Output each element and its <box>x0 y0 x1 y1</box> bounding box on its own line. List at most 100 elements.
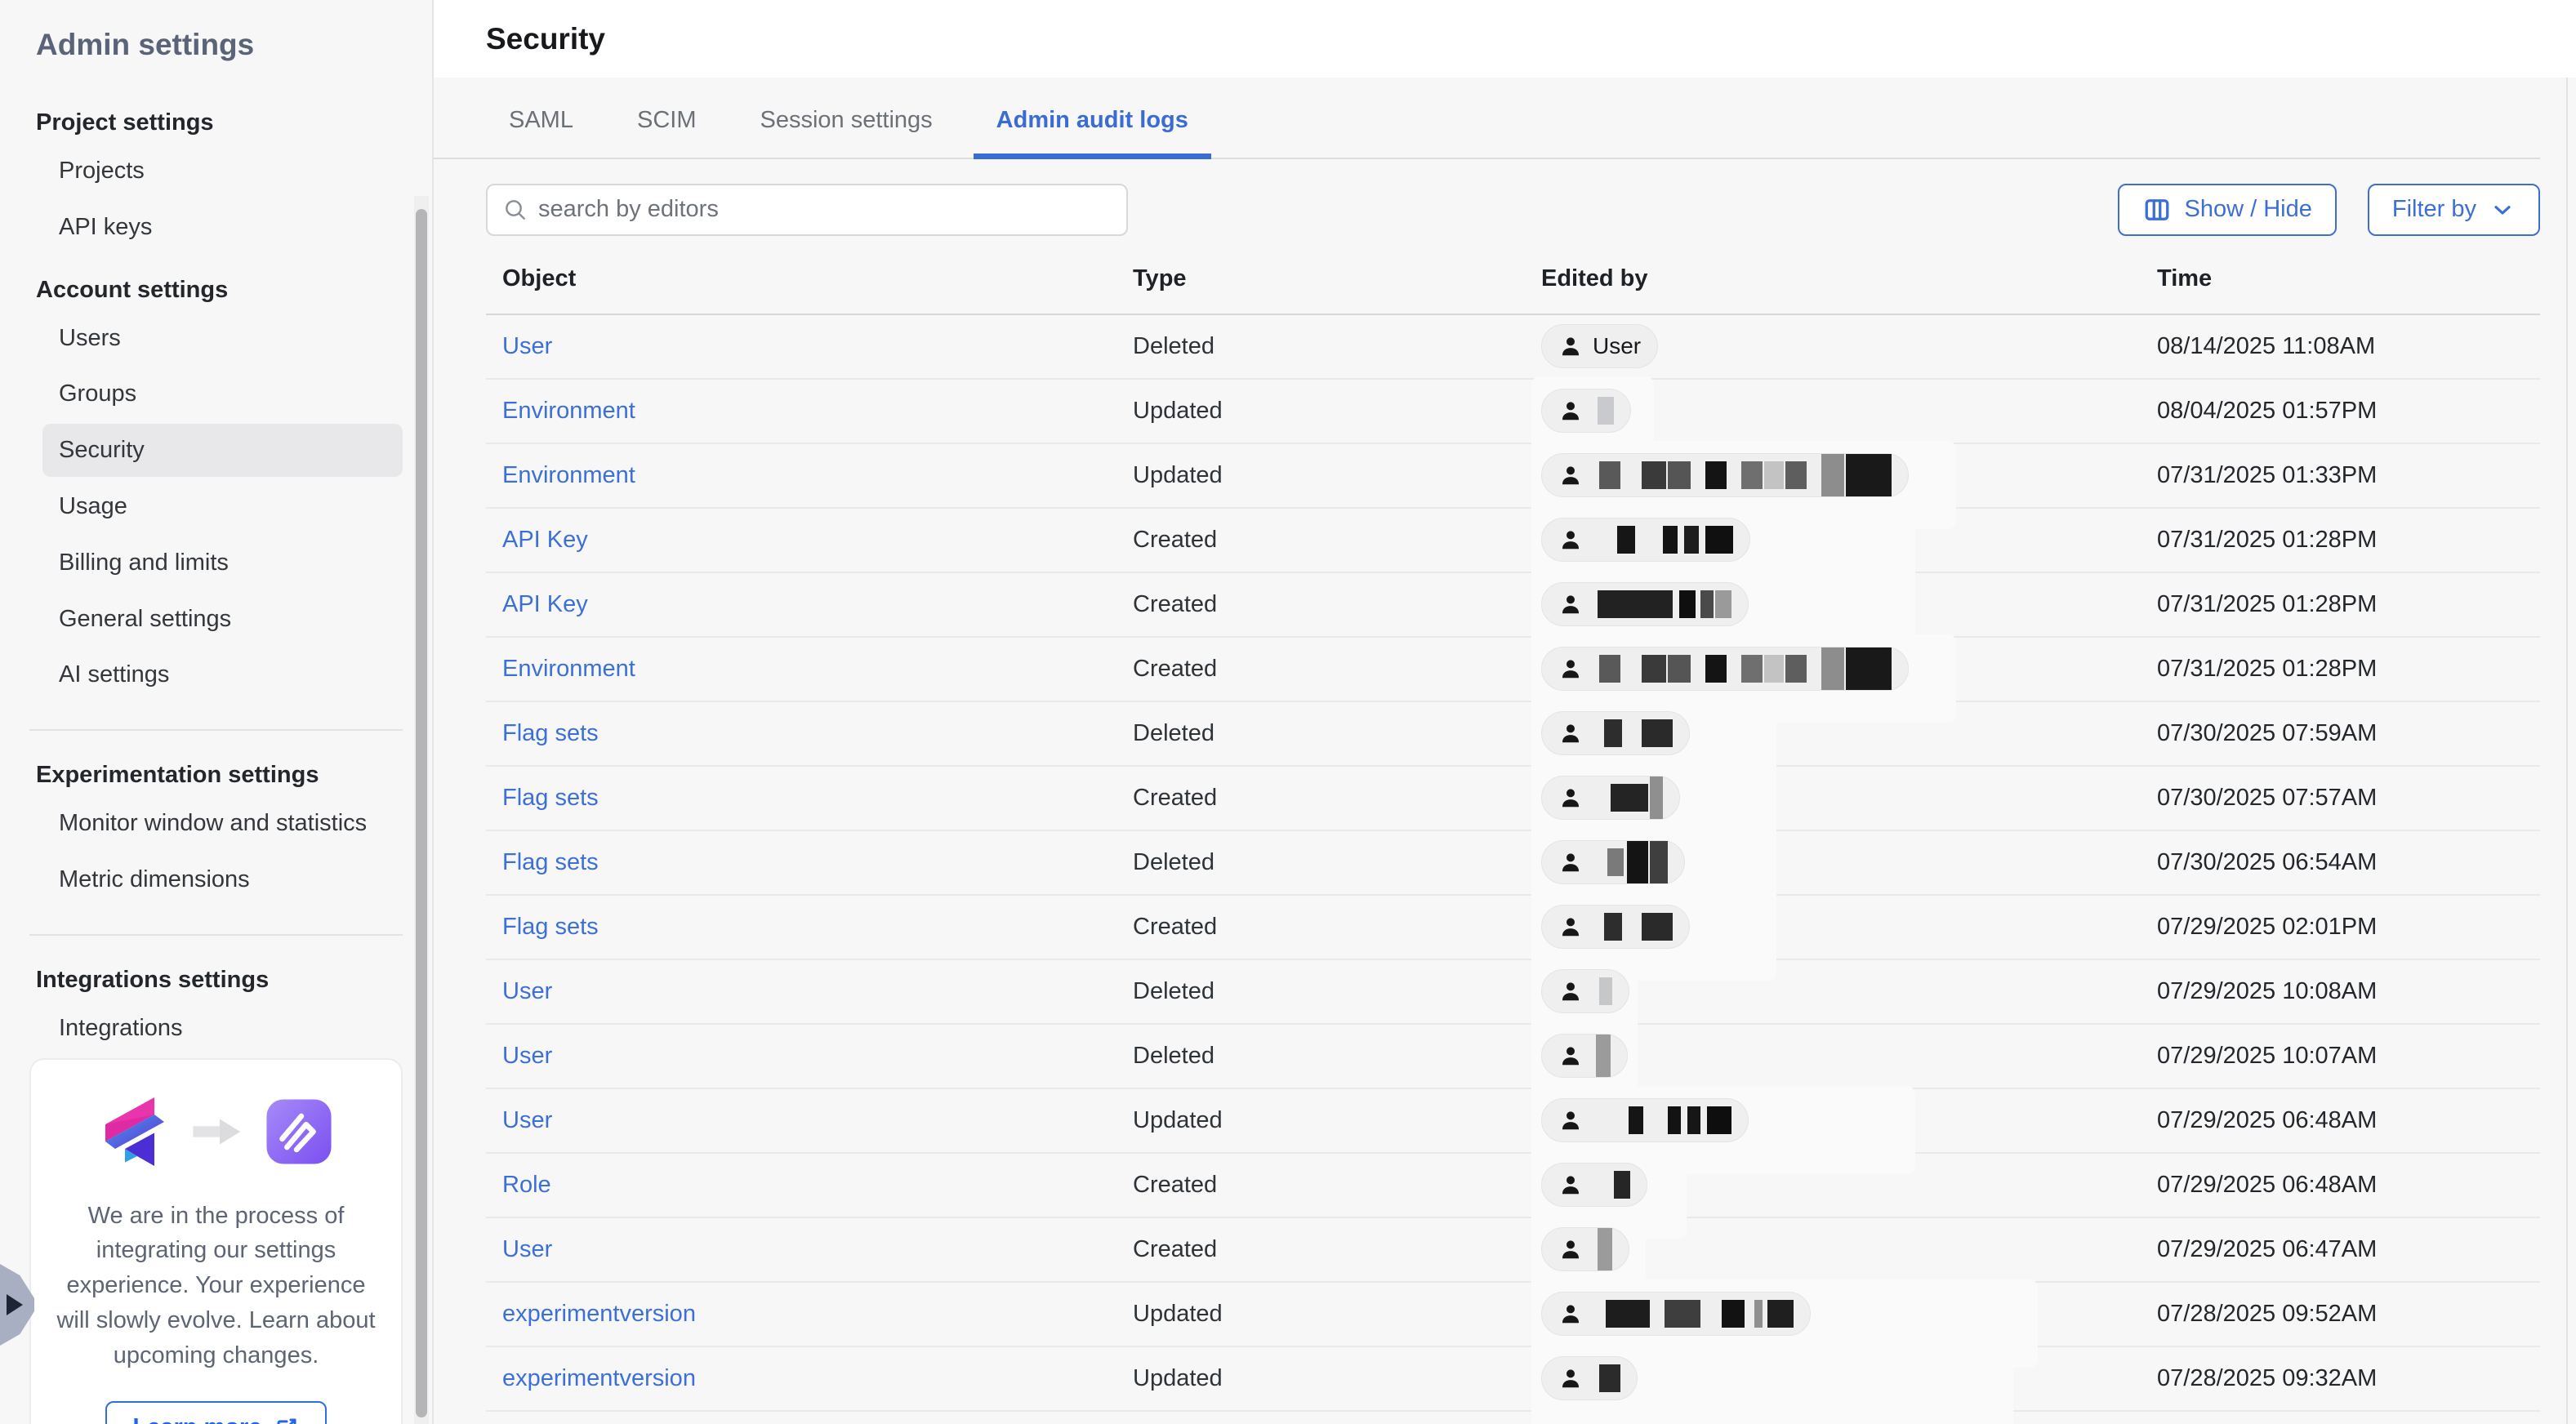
column-header-edited-by: Edited by <box>1541 265 2157 292</box>
table-row: User Deleted 07/29/2025 10:07AM <box>486 1025 2540 1089</box>
type-text: Created <box>1133 785 1217 811</box>
object-link[interactable]: Role <box>502 1172 551 1198</box>
editor-chip <box>1541 1356 1638 1400</box>
table-row: Flag sets Created 07/29/2025 02:01PM <box>486 896 2540 960</box>
column-header-time: Time <box>2157 265 2540 292</box>
table-header-row: Object Type Edited by Time <box>486 265 2540 315</box>
object-link[interactable]: User <box>502 333 552 359</box>
person-icon <box>1558 656 1583 682</box>
sidebar-item-usage[interactable]: Usage <box>42 480 403 533</box>
sidebar-group-project-settings: Project settings ProjectsAPI keys <box>29 109 403 254</box>
editor-chip <box>1541 905 1690 949</box>
object-link[interactable]: experimentversion <box>502 1301 696 1327</box>
tab-saml[interactable]: SAML <box>486 105 596 158</box>
object-link[interactable]: User <box>502 1236 552 1262</box>
sidebar-item-users[interactable]: Users <box>42 312 403 365</box>
sidebar-item-monitor-window-and-statistics[interactable]: Monitor window and statistics <box>42 797 403 850</box>
object-link[interactable]: Flag sets <box>502 720 599 746</box>
table-row: User Updated 07/29/2025 06:48AM <box>486 1089 2540 1154</box>
redacted-editor-name <box>1593 1171 1630 1199</box>
table-row: experimentversion Updated 07/28/2025 09:… <box>486 1283 2540 1347</box>
tab-scim[interactable]: SCIM <box>614 105 720 158</box>
editor-chip <box>1541 1098 1749 1142</box>
editor-chip <box>1541 647 1909 691</box>
object-link[interactable]: Environment <box>502 398 635 424</box>
redacted-editor-name <box>1593 526 1733 554</box>
learn-more-button[interactable]: Learn more <box>105 1401 328 1424</box>
caret-right-icon <box>7 1294 23 1315</box>
object-link[interactable]: Environment <box>502 656 635 682</box>
time-text: 07/28/2025 09:32AM <box>2157 1365 2377 1391</box>
editor-chip <box>1541 582 1749 626</box>
object-link[interactable]: User <box>502 978 552 1004</box>
object-link[interactable]: API Key <box>502 591 588 617</box>
person-icon <box>1558 398 1583 424</box>
learn-more-label: Learn more <box>133 1414 262 1424</box>
object-link[interactable]: experimentversion <box>502 1365 696 1391</box>
editor-chip <box>1541 518 1750 562</box>
object-link[interactable]: User <box>502 1107 552 1133</box>
table-row: API Key Created 07/31/2025 01:28PM <box>486 509 2540 573</box>
editor-chip <box>1541 1163 1647 1207</box>
editor-chip <box>1541 453 1909 497</box>
object-link[interactable]: User <box>502 1043 552 1069</box>
sidebar-item-general-settings[interactable]: General settings <box>42 593 403 646</box>
object-link[interactable]: Environment <box>502 462 635 488</box>
person-icon <box>1558 1172 1583 1198</box>
type-text: Deleted <box>1133 1043 1214 1069</box>
columns-icon <box>2142 195 2172 225</box>
redacted-editor-name <box>1593 1228 1612 1270</box>
object-link[interactable]: Flag sets <box>502 849 599 875</box>
sidebar-item-groups[interactable]: Groups <box>42 367 403 421</box>
time-text: 08/14/2025 11:08AM <box>2157 333 2375 359</box>
table-row: Environment Updated 08/04/2025 01:57PM <box>486 380 2540 444</box>
redacted-editor-name <box>1593 397 1614 425</box>
tab-admin-audit-logs[interactable]: Admin audit logs <box>974 105 1211 158</box>
person-icon <box>1558 591 1583 617</box>
redacted-editor-name <box>1593 590 1731 618</box>
search-icon <box>502 197 528 223</box>
audit-log-table: Object Type Edited by Time User Deleted … <box>486 265 2540 1412</box>
type-text: Updated <box>1133 1107 1223 1133</box>
redacted-editor-name <box>1593 1106 1731 1134</box>
sidebar-item-integrations[interactable]: Integrations <box>42 1002 403 1055</box>
time-text: 07/30/2025 07:59AM <box>2157 720 2377 746</box>
sidebar-scrollbar-thumb[interactable] <box>416 209 427 1417</box>
main-scrollbar-track[interactable] <box>2566 78 2568 1424</box>
type-text: Deleted <box>1133 849 1214 875</box>
promo-text: We are in the process of integrating our… <box>52 1199 380 1374</box>
person-icon <box>1558 914 1583 940</box>
time-text: 07/29/2025 10:07AM <box>2157 1043 2377 1069</box>
person-icon <box>1558 462 1583 488</box>
sidebar-item-ai-settings[interactable]: AI settings <box>42 648 403 701</box>
table-row: Environment Created 07/31/2025 01:28PM <box>486 638 2540 702</box>
object-link[interactable]: Flag sets <box>502 914 599 940</box>
table-row: User Created 07/29/2025 06:47AM <box>486 1218 2540 1283</box>
redacted-editor-name <box>1593 719 1673 747</box>
sidebar-item-billing-and-limits[interactable]: Billing and limits <box>42 536 403 590</box>
time-text: 07/29/2025 06:48AM <box>2157 1172 2377 1198</box>
sidebar-item-security[interactable]: Security <box>42 424 403 477</box>
object-link[interactable]: Flag sets <box>502 785 599 811</box>
filter-by-button[interactable]: Filter by <box>2368 184 2540 236</box>
editor-chip <box>1541 776 1680 820</box>
sidebar-item-metric-dimensions[interactable]: Metric dimensions <box>42 853 403 906</box>
table-row: Flag sets Created 07/30/2025 07:57AM <box>486 767 2540 831</box>
type-text: Updated <box>1133 1301 1223 1327</box>
person-icon <box>1558 978 1583 1004</box>
type-text: Deleted <box>1133 978 1214 1004</box>
editor-chip <box>1541 1034 1628 1078</box>
object-link[interactable]: API Key <box>502 527 588 553</box>
settings-migration-promo-card: We are in the process of integrating our… <box>29 1058 403 1424</box>
tab-session-settings[interactable]: Session settings <box>737 105 955 158</box>
redacted-editor-name <box>1593 977 1612 1005</box>
sidebar-item-api-keys[interactable]: API keys <box>42 201 403 254</box>
show-hide-columns-button[interactable]: Show / Hide <box>2118 184 2337 236</box>
search-input[interactable] <box>538 196 1112 223</box>
table-row: Flag sets Deleted 07/30/2025 06:54AM <box>486 831 2540 896</box>
person-icon <box>1558 1301 1583 1327</box>
sidebar-item-projects[interactable]: Projects <box>42 145 403 198</box>
filter-by-label: Filter by <box>2392 196 2476 223</box>
toolbar-buttons: Show / Hide Filter by <box>2118 184 2541 236</box>
table-row: Flag sets Deleted 07/30/2025 07:59AM <box>486 702 2540 767</box>
